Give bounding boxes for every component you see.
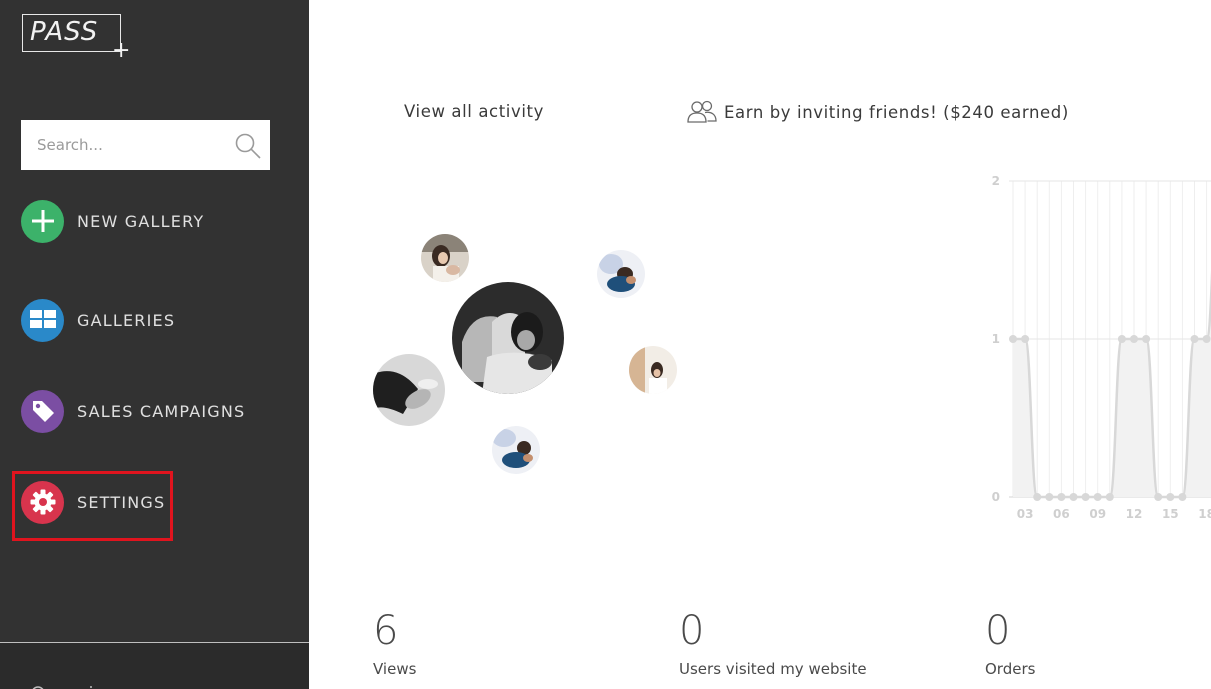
chart-x-tick-label: 06	[1053, 507, 1070, 521]
sidebar: PASS + NEW GALLERY	[0, 0, 309, 689]
stat-label: Users visited my website	[679, 660, 867, 678]
logo-plus: +	[112, 38, 131, 63]
stat-value: 0	[679, 608, 705, 654]
chart-data-point[interactable]	[1190, 335, 1199, 343]
chart-data-point[interactable]	[1021, 335, 1030, 343]
stat-orders: 0 Orders	[985, 608, 1035, 678]
logo-text: PASS	[30, 17, 99, 47]
chart-data-point[interactable]	[1009, 335, 1017, 343]
activity-chart: 01203 06 09 12 15 18	[992, 174, 1211, 521]
nav-label-new-gallery: NEW GALLERY	[77, 211, 205, 231]
chart-x-tick-label: 03	[1017, 507, 1034, 521]
plus-icon	[21, 199, 64, 243]
activity-thumbnail[interactable]	[629, 346, 677, 394]
invite-friends-text: Earn by inviting friends! ($240 earned)	[724, 102, 1069, 122]
chart-data-point[interactable]	[1142, 335, 1151, 343]
settings-highlight-box	[12, 471, 173, 541]
activity-thumbnail[interactable]	[597, 250, 645, 298]
users-icon	[687, 100, 717, 123]
chart-y-tick-label: 1	[992, 332, 1000, 346]
view-all-activity-link[interactable]: View all activity	[404, 102, 544, 121]
chart-data-point[interactable]	[1130, 335, 1138, 343]
chart-data-point[interactable]	[1057, 493, 1066, 501]
app-root: PASS + NEW GALLERY	[0, 0, 1211, 689]
stat-views: 6 Views	[373, 608, 416, 678]
chart-data-point[interactable]	[1166, 493, 1175, 501]
app-logo[interactable]: PASS +	[22, 14, 132, 63]
chart-x-tick-label: 12	[1126, 507, 1143, 521]
chart-x-tick-label: 18	[1198, 507, 1211, 521]
nav-item-sales-campaigns[interactable]: SALES CAMPAIGNS	[21, 389, 245, 433]
search-icon[interactable]	[234, 132, 262, 160]
chart-y-tick-label: 2	[992, 174, 1000, 188]
chart-data-point[interactable]	[1202, 335, 1211, 343]
chart-x-tick-label: 09	[1089, 507, 1106, 521]
stat-label: Orders	[985, 660, 1036, 678]
activity-thumbnail[interactable]	[452, 282, 564, 394]
chart-data-point[interactable]	[1093, 493, 1102, 501]
chart-data-point[interactable]	[1045, 493, 1054, 501]
invite-friends-link[interactable]: Earn by inviting friends! ($240 earned)	[686, 100, 1069, 124]
activity-thumbnail[interactable]	[492, 426, 540, 474]
stat-website-visitors: 0 Users visited my website	[679, 608, 867, 678]
chart-data-point[interactable]	[1105, 493, 1114, 501]
chart-data-point[interactable]	[1178, 493, 1187, 501]
tag-icon	[21, 389, 64, 433]
nav-item-new-gallery[interactable]: NEW GALLERY	[21, 199, 204, 243]
grid-icon	[21, 298, 64, 342]
chart-data-point[interactable]	[1117, 335, 1126, 343]
nav-label-sales-campaigns: SALES CAMPAIGNS	[77, 401, 246, 421]
chart-data-point[interactable]	[1069, 493, 1078, 501]
nav-item-galleries[interactable]: GALLERIES	[21, 298, 175, 342]
chart-data-point[interactable]	[1033, 493, 1042, 501]
stat-value: 6	[373, 608, 399, 654]
footer-partial-icon	[32, 686, 92, 689]
activity-thumbnail[interactable]	[421, 234, 469, 282]
stat-label: Views	[373, 660, 417, 678]
activity-thumbnail[interactable]	[373, 354, 445, 426]
search-input[interactable]	[21, 120, 221, 170]
chart-x-tick-label: 15	[1162, 507, 1179, 521]
chart-data-point[interactable]	[1154, 493, 1163, 501]
search-box	[21, 120, 270, 170]
stat-value: 0	[985, 608, 1011, 654]
nav-label-galleries: GALLERIES	[77, 310, 176, 330]
chart-data-point[interactable]	[1081, 493, 1090, 501]
chart-y-tick-label: 0	[992, 490, 1000, 504]
